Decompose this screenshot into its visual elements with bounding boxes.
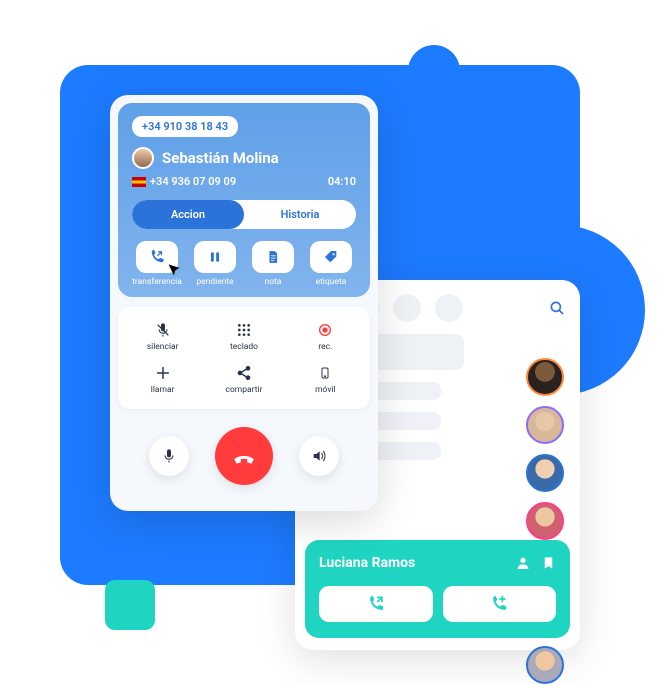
phone-hangup-icon: [231, 443, 257, 469]
mic-icon: [161, 448, 177, 464]
flag-spain-icon: [132, 177, 146, 187]
action-label: etiqueta: [316, 277, 347, 287]
keypad-icon: [236, 321, 252, 339]
mobile-button[interactable]: móvil: [287, 360, 364, 399]
keypad-button[interactable]: teclado: [205, 317, 282, 356]
action-label: pendiente: [196, 277, 233, 287]
search-icon[interactable]: [548, 299, 566, 317]
share-button[interactable]: compartir: [205, 360, 282, 399]
transfer-card: Luciana Ramos: [305, 540, 570, 638]
mic-off-icon: [155, 321, 171, 339]
mute-mic-button[interactable]: [149, 436, 189, 476]
call-duration: 04:10: [328, 175, 356, 188]
background-circle-small: [408, 45, 460, 97]
hangup-button[interactable]: [215, 427, 273, 485]
action-label: nota: [265, 277, 282, 287]
transfer-contact-name: Luciana Ramos: [319, 555, 415, 571]
transfer-out-button[interactable]: [319, 586, 433, 622]
active-call-card: +34 910 38 18 43 Sebastián Molina +34 93…: [118, 103, 370, 297]
bookmark-icon[interactable]: [541, 554, 556, 572]
call-number-pill: +34 910 38 18 43: [132, 116, 238, 137]
contacts-tab-4[interactable]: [435, 294, 463, 322]
plus-icon: [155, 364, 171, 382]
add-call-button[interactable]: [443, 586, 557, 622]
speaker-button[interactable]: [299, 436, 339, 476]
tab-action[interactable]: Accion: [132, 200, 244, 229]
avatar: [132, 147, 154, 169]
controls-card: silenciar teclado rec. llamar compartir …: [118, 307, 370, 409]
contact-number: +34 936 07 09 09: [132, 175, 236, 188]
background-teal-square: [105, 580, 155, 630]
avatar[interactable]: [526, 406, 564, 444]
transfer-button[interactable]: [136, 241, 178, 273]
tab-segment: Accion Historia: [132, 200, 356, 229]
person-icon[interactable]: [515, 555, 531, 571]
cursor-icon: [166, 261, 185, 280]
mute-button[interactable]: silenciar: [124, 317, 201, 356]
avatar[interactable]: [526, 454, 564, 492]
share-icon: [236, 364, 252, 382]
avatar[interactable]: [526, 502, 564, 540]
call-panel: +34 910 38 18 43 Sebastián Molina +34 93…: [110, 95, 378, 511]
tag-button[interactable]: [310, 241, 352, 273]
add-call-button[interactable]: llamar: [124, 360, 201, 399]
record-button[interactable]: rec.: [287, 317, 364, 356]
contact-name: Sebastián Molina: [162, 149, 279, 167]
action-label: transferencia: [132, 277, 182, 287]
mobile-icon: [319, 364, 331, 382]
contacts-tab-3[interactable]: [393, 294, 421, 322]
tab-history[interactable]: Historia: [244, 200, 356, 229]
speaker-icon: [311, 448, 327, 464]
avatar[interactable]: [526, 358, 564, 396]
record-icon: [317, 321, 333, 339]
note-button[interactable]: [252, 241, 294, 273]
hold-button[interactable]: [194, 241, 236, 273]
avatar[interactable]: [526, 646, 564, 684]
